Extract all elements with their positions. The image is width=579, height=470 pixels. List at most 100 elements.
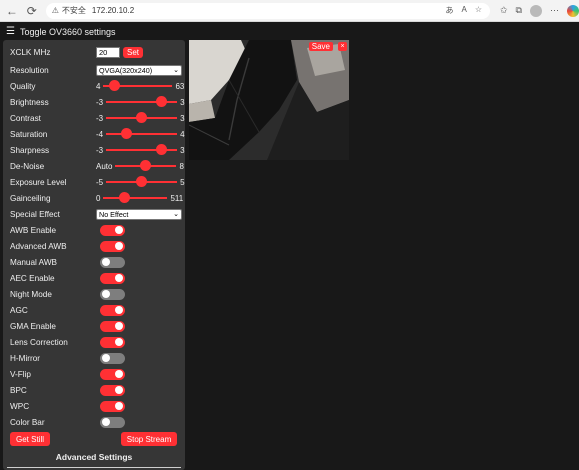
bpc-row: BPC: [10, 383, 125, 397]
back-icon[interactable]: ←: [4, 3, 20, 19]
sharpness-row: Sharpness -3 3: [10, 143, 185, 157]
toggle-knob: [115, 226, 123, 234]
refresh-icon[interactable]: ⟳: [24, 3, 40, 19]
address-bar[interactable]: ⚠ 不安全 172.20.10.2 あ A ☆: [45, 2, 490, 19]
contrast-track[interactable]: [106, 112, 178, 123]
toggle-knob: [115, 322, 123, 330]
exposure-level-thumb[interactable]: [136, 176, 148, 187]
copilot-icon[interactable]: [566, 4, 579, 17]
translate-icon[interactable]: あ: [445, 5, 453, 16]
contrast-min: -3: [96, 113, 104, 123]
de-noise-row: De-Noise Auto 8: [10, 159, 184, 173]
lens-correction-label: Lens Correction: [10, 337, 68, 347]
awb-enable-row: AWB Enable: [10, 223, 125, 237]
more-icon[interactable]: ⋯: [550, 5, 559, 16]
exposure-level-slider[interactable]: -5 5: [96, 176, 185, 187]
stop-stream-button[interactable]: Stop Stream: [121, 432, 177, 446]
sharpness-slider[interactable]: -3 3: [96, 144, 185, 155]
de-noise-slider[interactable]: Auto 8: [96, 160, 184, 171]
gainceiling-max: 511: [170, 193, 184, 203]
agc-row: AGC: [10, 303, 125, 317]
aec-enable-label: AEC Enable: [10, 273, 55, 283]
advanced-settings-title[interactable]: Advanced Settings: [3, 452, 185, 462]
agc-toggle[interactable]: [100, 304, 125, 316]
menu-icon[interactable]: ☰: [6, 26, 15, 37]
de-noise-max: 8: [179, 161, 184, 171]
saturation-track[interactable]: [106, 128, 178, 139]
gma-enable-toggle[interactable]: [100, 320, 125, 332]
special-effect-row: Special Effect No Effect ⌄: [10, 207, 182, 221]
saturation-slider[interactable]: -4 4: [96, 128, 185, 139]
de-noise-label: De-Noise: [10, 161, 45, 171]
brightness-min: -3: [96, 97, 104, 107]
gainceiling-slider[interactable]: 0 511: [96, 192, 184, 203]
xclk-input[interactable]: 20: [96, 46, 120, 58]
read-aloud-icon[interactable]: A: [461, 5, 466, 16]
xclk-set-button[interactable]: Set: [123, 46, 144, 58]
get-still-button[interactable]: Get Still: [10, 432, 50, 446]
v-flip-row: V-Flip: [10, 367, 125, 381]
night-mode-row: Night Mode: [10, 287, 125, 301]
toggle-knob: [115, 370, 123, 378]
toggle-knob: [115, 386, 123, 394]
saturation-min: -4: [96, 129, 104, 139]
gainceiling-track[interactable]: [103, 192, 168, 203]
quality-thumb[interactable]: [109, 80, 121, 91]
saturation-label: Saturation: [10, 129, 48, 139]
de-noise-thumb[interactable]: [140, 160, 152, 171]
collections-icon[interactable]: ⧉: [516, 5, 522, 16]
xclk-row: XCLK MHz 20 Set: [10, 45, 144, 59]
contrast-max: 3: [180, 113, 185, 123]
lens-correction-toggle[interactable]: [100, 336, 125, 348]
manual-awb-toggle[interactable]: [100, 256, 125, 268]
contrast-slider[interactable]: -3 3: [96, 112, 185, 123]
xclk-label: XCLK MHz: [10, 47, 51, 57]
gainceiling-thumb[interactable]: [119, 192, 130, 203]
wpc-row: WPC: [10, 399, 125, 413]
saturation-thumb[interactable]: [121, 128, 133, 139]
profile-avatar[interactable]: [529, 4, 542, 17]
bpc-toggle[interactable]: [100, 384, 125, 396]
manual-awb-label: Manual AWB: [10, 257, 58, 267]
sharpness-thumb[interactable]: [156, 144, 168, 155]
toggle-knob: [102, 290, 110, 298]
color-bar-label: Color Bar: [10, 417, 45, 427]
toggle-knob: [102, 418, 110, 426]
v-flip-toggle[interactable]: [100, 368, 125, 380]
exposure-level-track[interactable]: [106, 176, 178, 187]
stream-preview: Save ×: [189, 40, 349, 160]
brightness-slider[interactable]: -3 3: [96, 96, 185, 107]
resolution-row: Resolution QVGA(320x240) ⌄: [10, 63, 182, 77]
quality-track[interactable]: [103, 80, 173, 91]
wpc-toggle[interactable]: [100, 400, 125, 412]
toggle-knob: [115, 402, 123, 410]
advanced-awb-toggle[interactable]: [100, 240, 125, 252]
close-icon[interactable]: ×: [338, 42, 347, 51]
exposure-level-min: -5: [96, 177, 104, 187]
save-button[interactable]: Save: [308, 42, 333, 51]
aec-enable-row: AEC Enable: [10, 271, 125, 285]
night-mode-toggle[interactable]: [100, 288, 125, 300]
quality-label: Quality: [10, 81, 36, 91]
de-noise-track[interactable]: [115, 160, 177, 171]
contrast-thumb[interactable]: [136, 112, 148, 123]
resolution-select[interactable]: QVGA(320x240) ⌄: [96, 64, 182, 76]
favorite-icon[interactable]: ☆: [475, 5, 482, 16]
special-effect-select[interactable]: No Effect ⌄: [96, 208, 182, 220]
sharpness-track[interactable]: [106, 144, 178, 155]
favorites-icon[interactable]: ✩: [500, 5, 508, 16]
h-mirror-label: H-Mirror: [10, 353, 41, 363]
gainceiling-row: Gainceiling 0 511: [10, 191, 183, 205]
settings-header[interactable]: ☰ Toggle OV3660 settings: [0, 22, 579, 41]
security-label: 不安全: [61, 6, 86, 15]
exposure-level-max: 5: [180, 177, 185, 187]
chevron-down-icon: ⌄: [173, 66, 179, 74]
brightness-thumb[interactable]: [156, 96, 168, 107]
brightness-track[interactable]: [106, 96, 178, 107]
saturation-row: Saturation -4 4: [10, 127, 185, 141]
awb-enable-toggle[interactable]: [100, 224, 125, 236]
h-mirror-toggle[interactable]: [100, 352, 125, 364]
quality-slider[interactable]: 4 63: [96, 80, 184, 91]
aec-enable-toggle[interactable]: [100, 272, 125, 284]
color-bar-toggle[interactable]: [100, 416, 125, 428]
